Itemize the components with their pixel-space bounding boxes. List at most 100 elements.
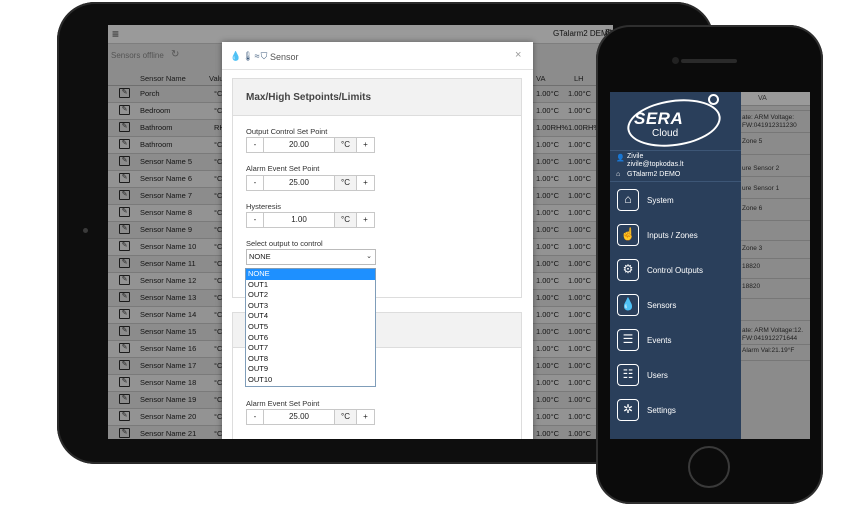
edit-icon[interactable]: ✎ [119,377,130,387]
edit-icon[interactable]: ✎ [119,88,130,98]
sensor-lh: 1.00°C [568,395,592,404]
sensor-name: Bedroom [140,106,171,115]
alarm-event-input[interactable]: 25.00 [264,409,335,425]
sensor-va: 1.00°C [536,344,560,353]
sensor-name: Sensor Name 5 [140,157,193,166]
decrement-button[interactable]: - [246,175,264,191]
hysteresis-label: Hysteresis [246,202,282,211]
dropdown-option[interactable]: OUT8 [246,354,375,365]
edit-icon[interactable]: ✎ [119,343,130,353]
edit-icon[interactable]: ✎ [119,428,130,438]
nav-item-label: Settings [647,406,676,415]
nav-item-sensors[interactable]: 💧 Sensors [610,289,741,324]
decrement-button[interactable]: - [246,137,264,153]
nav-item-events[interactable]: ☰ Events [610,324,741,359]
background-cell: 18820 [742,283,761,290]
edit-icon[interactable]: ✎ [119,122,130,132]
inputs-zones-icon: ☝ [617,224,639,246]
hamburger-menu-icon[interactable]: ≡ [112,27,119,41]
sensor-name: Sensor Name 10 [140,242,197,251]
background-cell: FW:041912271644 [742,335,798,342]
header-lh[interactable]: LH [574,74,584,83]
edit-icon[interactable]: ✎ [119,309,130,319]
dropdown-option[interactable]: OUT1 [246,280,375,291]
nav-item-settings[interactable]: ✲ Settings [610,394,741,429]
hysteresis-stepper: - 1.00 °C + [246,212,375,228]
header-sensor-name[interactable]: Sensor Name [140,74,186,83]
edit-icon[interactable]: ✎ [119,292,130,302]
sensor-name: Sensor Name 13 [140,293,197,302]
sensor-name: Sensor Name 17 [140,361,197,370]
edit-icon[interactable]: ✎ [119,190,130,200]
edit-icon[interactable]: ✎ [119,411,130,421]
sensor-va: 1.00°C [536,310,560,319]
nav-item-label: Control Outputs [647,266,704,275]
edit-icon[interactable]: ✎ [119,258,130,268]
increment-button[interactable]: + [357,409,375,425]
header-va[interactable]: VA [536,74,545,83]
nav-item-users[interactable]: ☷ Users [610,359,741,394]
edit-icon[interactable]: ✎ [119,326,130,336]
refresh-icon[interactable]: ↻ [171,49,179,60]
edit-icon[interactable]: ✎ [119,394,130,404]
close-icon[interactable]: × [515,49,521,61]
sensor-lh: 1.00°C [568,259,592,268]
dropdown-option[interactable]: OUT6 [246,333,375,344]
dropdown-option[interactable]: OUT3 [246,301,375,312]
sensor-name: Sensor Name 8 [140,208,193,217]
decrement-button[interactable]: - [246,212,264,228]
edit-icon[interactable]: ✎ [119,105,130,115]
increment-button[interactable]: + [357,212,375,228]
nav-item-label: System [647,196,674,205]
increment-button[interactable]: + [357,175,375,191]
nav-item-system[interactable]: ⌂ System [610,184,741,219]
sensor-va: 1.00RH% [536,123,569,132]
tablet-screen: ≡ GTalarm2 DEMO ⌄ Zivil Sensors offline … [108,25,613,439]
dropdown-option[interactable]: OUT2 [246,290,375,301]
sensor-modal: 💧🌡≈⛉ Sensor × Max/High Setpoints/Limits … [222,42,533,439]
edit-icon[interactable]: ✎ [119,139,130,149]
nav-item-inputs-zones[interactable]: ☝ Inputs / Zones [610,219,741,254]
decrement-button[interactable]: - [246,409,264,425]
sensor-name: Sensor Name 21 [140,429,197,438]
system-icon: ⌂ [617,189,639,211]
dropdown-option[interactable]: OUT7 [246,343,375,354]
edit-icon[interactable]: ✎ [119,207,130,217]
edit-icon[interactable]: ✎ [119,275,130,285]
dropdown-option[interactable]: OUT5 [246,322,375,333]
edit-icon[interactable]: ✎ [119,360,130,370]
increment-button[interactable]: + [357,137,375,153]
dropdown-option[interactable]: OUT9 [246,364,375,375]
select-output-dropdown[interactable]: NONE ⌄ [246,249,376,265]
edit-icon[interactable]: ✎ [119,224,130,234]
dropdown-option[interactable]: NONE [246,269,375,280]
sensors-offline-label: Sensors offline [111,51,164,60]
background-cell: 18820 [742,263,761,270]
sensor-name: Sensor Name 7 [140,191,193,200]
alarm-event-input[interactable]: 25.00 [264,175,335,191]
sensor-va: 1.00°C [536,225,560,234]
profile-name: Zivile [627,153,644,160]
edit-icon[interactable]: ✎ [119,156,130,166]
edit-icon[interactable]: ✎ [119,241,130,251]
hysteresis-input[interactable]: 1.00 [264,212,335,228]
sensor-name: Sensor Name 18 [140,378,197,387]
output-control-input[interactable]: 20.00 [264,137,335,153]
row-divider [740,258,810,259]
sensor-lh: 1.00°C [568,378,592,387]
sensor-va: 1.00°C [536,174,560,183]
nav-item-control-outputs[interactable]: ⚙ Control Outputs [610,254,741,289]
home-button[interactable] [688,446,730,488]
alarm-event-label: Alarm Event Set Point [246,164,320,173]
alarm-event-stepper: - 25.00 °C + [246,409,375,425]
row-divider [740,360,810,361]
sensor-va: 1.00°C [536,361,560,370]
sensor-lh: 1.00°C [568,429,592,438]
dropdown-option[interactable]: OUT10 [246,375,375,386]
edit-icon[interactable]: ✎ [119,173,130,183]
dropdown-option[interactable]: OUT4 [246,311,375,322]
row-divider [740,132,810,133]
user-profile: 👤 Zivile zivile@topkodas.lt ⌂ GTalarm2 D… [610,150,741,182]
sensor-va: 1.00°C [536,259,560,268]
site-name[interactable]: GTalarm2 DEMO [627,171,680,178]
